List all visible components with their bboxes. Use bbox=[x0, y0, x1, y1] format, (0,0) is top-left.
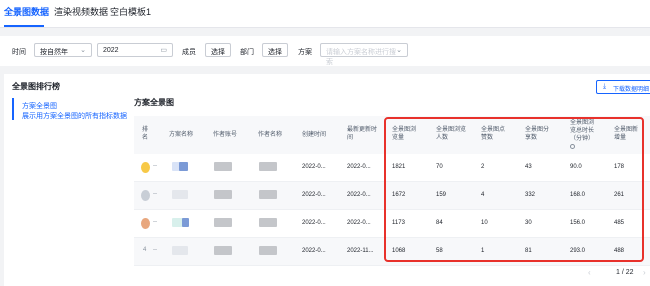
col-scheme-name: 方案名称 bbox=[169, 132, 194, 138]
download-label: 下载数据明细 bbox=[613, 87, 650, 93]
active-nav-indicator bbox=[12, 98, 14, 120]
author-name-blurred bbox=[259, 218, 277, 227]
author-account-blurred bbox=[214, 218, 232, 227]
col-author-name: 作者名称 bbox=[258, 132, 283, 138]
col-rank: 排名 bbox=[142, 127, 149, 141]
scheme-thumbnail-blur bbox=[182, 218, 189, 227]
col-created-time: 创建时间 bbox=[302, 132, 327, 138]
updated-cell: 2022-0... bbox=[347, 164, 371, 170]
prev-page-icon[interactable]: ‹ bbox=[588, 268, 591, 277]
change-indicator: -- bbox=[153, 163, 157, 169]
time-label: 时间 bbox=[12, 49, 26, 56]
col-updated-time: 最新更新时间 bbox=[347, 127, 378, 141]
dept-select-button[interactable]: 选择 bbox=[262, 43, 288, 57]
year-value: 2022 bbox=[103, 47, 119, 54]
change-indicator: -- bbox=[153, 191, 157, 197]
ranking-title: 全景图排行榜 bbox=[12, 82, 60, 91]
gold-medal-icon bbox=[141, 162, 150, 173]
download-icon: ⤓ bbox=[603, 83, 607, 90]
highlight-box bbox=[384, 117, 644, 262]
change-indicator: -- bbox=[153, 219, 157, 225]
bronze-medal-icon bbox=[141, 218, 150, 229]
filter-bar: 时间 按自然年 ⌄ 2022 ▭ 成员 选择 部门 选择 方案 请输入方案名称进… bbox=[0, 36, 650, 66]
year-picker[interactable]: 2022 ▭ bbox=[97, 43, 173, 57]
chevron-down-icon: ⌄ bbox=[80, 47, 86, 54]
scheme-placeholder: 请输入方案名称进行搜索 bbox=[326, 49, 396, 66]
calendar-icon: ▭ bbox=[160, 47, 167, 54]
updated-cell: 2022-0... bbox=[347, 192, 371, 198]
rank-number: 4 bbox=[143, 247, 147, 253]
page-indicator: 1 / 22 bbox=[616, 269, 634, 276]
col-author-account: 作者账号 bbox=[213, 132, 238, 138]
chevron-down-icon: ⌄ bbox=[396, 47, 402, 54]
tab-bar: 全景图数据 渲染视频数据 空白模板1 bbox=[0, 0, 650, 28]
member-select-button[interactable]: 选择 bbox=[205, 43, 231, 57]
scheme-search-select[interactable]: 请输入方案名称进行搜索 ⌄ bbox=[320, 43, 408, 66]
author-name-blurred bbox=[259, 190, 277, 199]
tab-blank-template[interactable]: 空白模板1 bbox=[110, 5, 151, 18]
tab-render-video-data[interactable]: 渲染视频数据 bbox=[54, 5, 108, 18]
nav-item-description: 展示用方案全景图的所有指标数据 bbox=[22, 113, 127, 120]
author-account-blurred bbox=[214, 190, 232, 199]
created-cell: 2022-0... bbox=[302, 192, 326, 198]
silver-medal-icon bbox=[141, 190, 150, 201]
nav-item-scheme-panorama[interactable]: 方案全景图 bbox=[22, 101, 57, 111]
section-title: 方案全景图 bbox=[134, 98, 174, 107]
time-mode-value: 按自然年 bbox=[40, 49, 68, 56]
active-tab-indicator bbox=[4, 25, 44, 27]
created-cell: 2022-0... bbox=[302, 220, 326, 226]
download-details-button[interactable]: ⤓ 下载数据明细 bbox=[596, 80, 650, 94]
author-name-blurred bbox=[259, 162, 277, 171]
next-page-icon[interactable]: › bbox=[643, 268, 646, 277]
author-name-blurred bbox=[259, 246, 277, 255]
author-account-blurred bbox=[214, 162, 232, 171]
created-cell: 2022-0... bbox=[302, 164, 326, 170]
member-label: 成员 bbox=[182, 49, 196, 56]
tab-panorama-data[interactable]: 全景图数据 bbox=[4, 5, 49, 18]
updated-cell: 2022-11... bbox=[347, 248, 374, 254]
scheme-thumbnail bbox=[172, 246, 188, 255]
scheme-thumbnail-blur bbox=[179, 162, 188, 171]
dept-label: 部门 bbox=[240, 49, 254, 56]
time-mode-select[interactable]: 按自然年 ⌄ bbox=[34, 43, 92, 57]
updated-cell: 2022-0... bbox=[347, 220, 371, 226]
change-indicator: -- bbox=[153, 247, 157, 253]
scheme-thumbnail bbox=[172, 190, 188, 199]
created-cell: 2022-0... bbox=[302, 248, 326, 254]
scheme-label: 方案 bbox=[298, 49, 312, 56]
author-account-blurred bbox=[214, 246, 232, 255]
